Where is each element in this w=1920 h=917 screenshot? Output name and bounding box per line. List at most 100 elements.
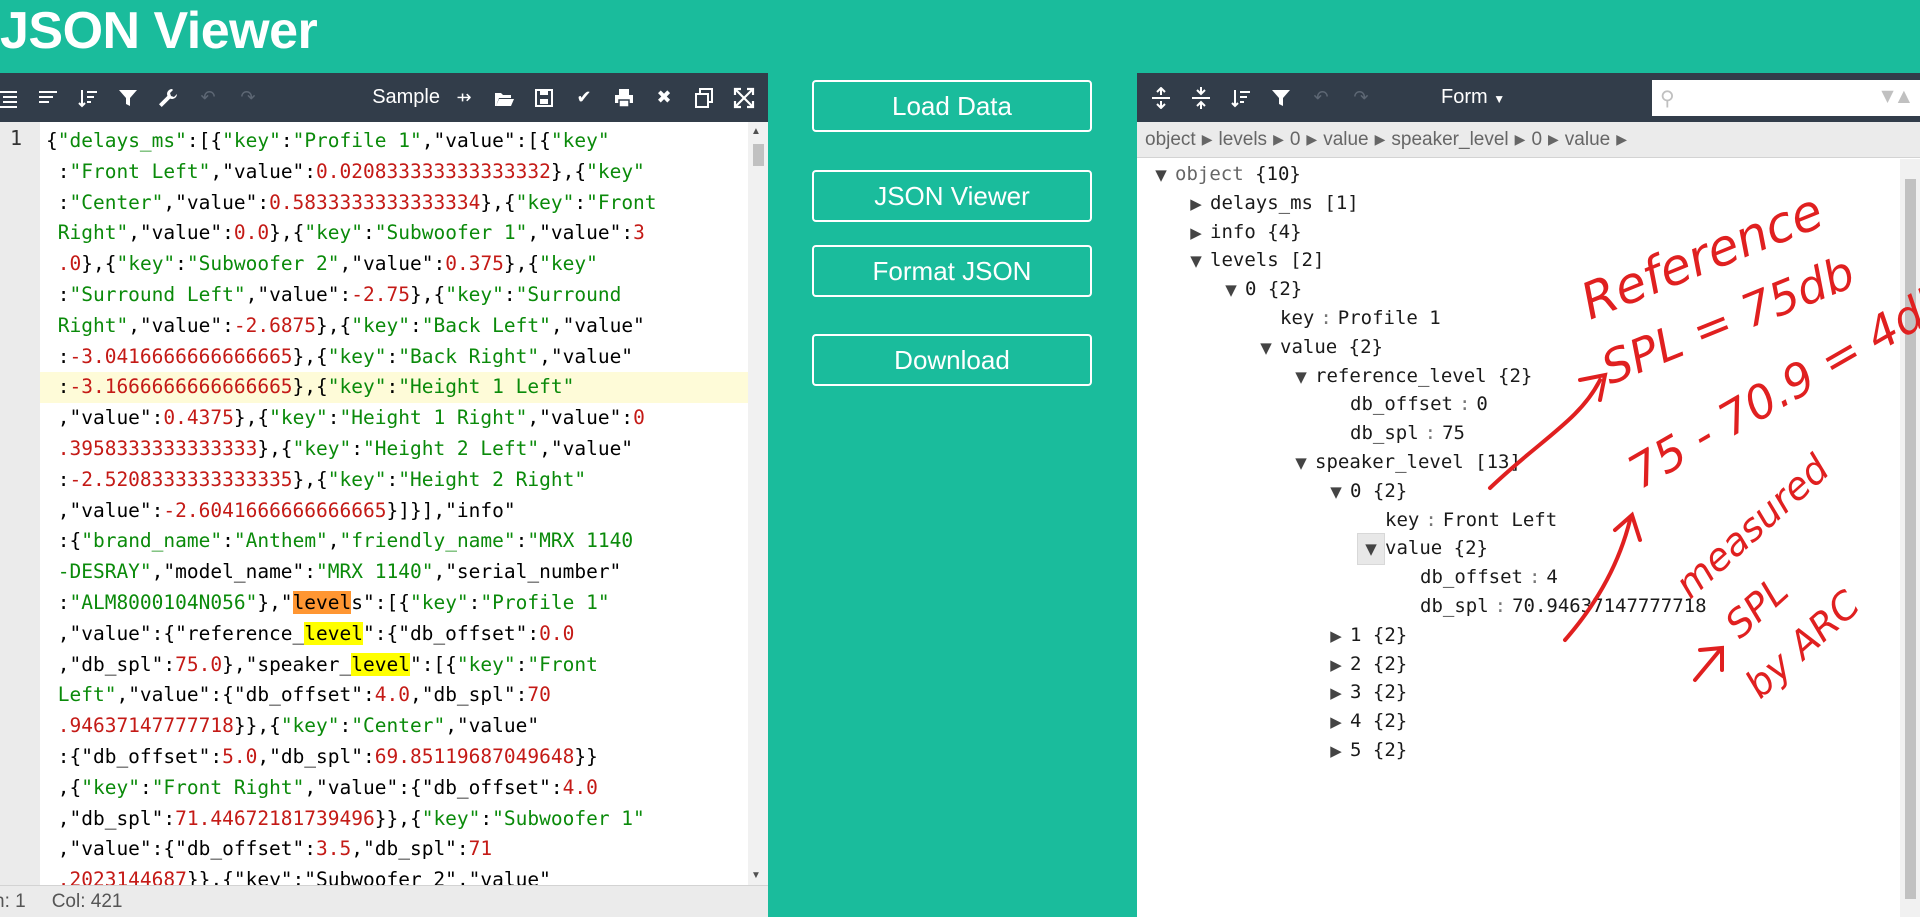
collapse-toggle-icon[interactable]: ▶: [1322, 678, 1350, 708]
tree-node[interactable]: ▶ info {4}: [1182, 217, 1301, 248]
scroll-thumb[interactable]: [753, 144, 764, 166]
breadcrumb-item[interactable]: value: [1565, 129, 1610, 151]
collapse-toggle-icon[interactable]: ▶: [1322, 650, 1350, 680]
code-token: :: [386, 344, 399, 368]
expand-toggle-icon[interactable]: ▼: [1147, 160, 1175, 190]
scroll-up-icon[interactable]: ▲: [751, 126, 761, 137]
tree-node[interactable]: ▶ 1 {2}: [1322, 620, 1407, 650]
tree-count: {2}: [1372, 479, 1408, 502]
sample-dropdown[interactable]: Sample: [372, 86, 440, 109]
expand-all-icon[interactable]: [1147, 84, 1175, 112]
tree-filter-icon[interactable]: [1267, 84, 1295, 112]
tree-node[interactable]: ▶ 5 {2}: [1322, 735, 1407, 765]
validate-check-icon[interactable]: ✔: [570, 84, 598, 112]
tree-node[interactable]: ▶ 4 {2}: [1322, 706, 1407, 736]
download-button[interactable]: Download: [812, 334, 1092, 386]
tree-node[interactable]: key: Front Left: [1357, 505, 1557, 535]
tree-node[interactable]: ▼ reference_level {2}: [1287, 361, 1532, 391]
tree-undo-icon[interactable]: ↶: [1307, 84, 1335, 112]
expand-toggle-icon[interactable]: ▼: [1287, 362, 1315, 392]
code-token: ,"value":: [46, 498, 164, 522]
tree-node[interactable]: ▼ levels [2]: [1182, 245, 1324, 275]
tree-node[interactable]: ▼ value {2}: [1357, 533, 1488, 566]
tree-node[interactable]: db_offset:4: [1392, 562, 1558, 592]
tree-separator: :: [1424, 422, 1437, 445]
tree-node[interactable]: ▶ 3 {2}: [1322, 677, 1407, 707]
format-json-button[interactable]: Format JSON: [812, 245, 1092, 297]
fullscreen-icon[interactable]: [730, 84, 758, 112]
breadcrumb-item[interactable]: value: [1323, 129, 1368, 151]
code-token: },{: [480, 190, 516, 214]
clear-close-icon[interactable]: ✖: [650, 84, 678, 112]
scroll-down-icon[interactable]: ▼: [751, 870, 761, 881]
expand-toggle-icon[interactable]: ▼: [1322, 477, 1350, 507]
load-data-button[interactable]: Load Data: [812, 80, 1092, 132]
tree-count: {2}: [1372, 739, 1408, 761]
breadcrumb-item[interactable]: speaker_level: [1391, 129, 1508, 151]
tree-node[interactable]: ▼ object {10}: [1147, 159, 1301, 189]
editor-scrollbar[interactable]: ▲ ▼: [748, 122, 768, 885]
tree-node[interactable]: key: Profile 1: [1252, 303, 1441, 333]
tree-value[interactable]: 70.94637147777718: [1512, 595, 1706, 617]
open-folder-icon[interactable]: [490, 84, 518, 112]
form-mode-dropdown[interactable]: Form ▼: [1441, 86, 1505, 109]
undo-icon[interactable]: ↶: [194, 84, 222, 112]
tree-node[interactable]: ▶ 2 {2}: [1322, 649, 1407, 679]
tree-node[interactable]: ▼ 0 {2}: [1322, 476, 1407, 506]
tree-value[interactable]: 4: [1546, 566, 1557, 588]
filter-icon[interactable]: [114, 84, 142, 112]
code-token: ,"db_spl":: [46, 652, 176, 676]
tree-node[interactable]: ▼ 0 {2}: [1217, 274, 1302, 304]
code-token: ,"value":[{: [421, 129, 551, 152]
collapse-all-icon[interactable]: [1187, 84, 1215, 112]
collapse-toggle-icon[interactable]: ▶: [1182, 218, 1210, 248]
tree-value[interactable]: Front Left: [1443, 509, 1557, 531]
code-token: "Subwoofer 2": [186, 252, 340, 276]
print-icon[interactable]: [610, 84, 638, 112]
tree-redo-icon[interactable]: ↷: [1347, 84, 1375, 112]
code-token: Left": [46, 683, 117, 707]
code-line: ,"value":-2.6041666666666665}]}],"info": [40, 496, 748, 527]
expand-toggle-icon[interactable]: ▼: [1287, 448, 1315, 478]
search-nav-icon[interactable]: ▼▲: [1881, 86, 1914, 105]
transfer-icon[interactable]: ⇸: [450, 84, 478, 112]
tree-scrollbar[interactable]: [1900, 159, 1920, 917]
compact-icon[interactable]: [34, 84, 62, 112]
tree-node[interactable]: db_spl:70.94637147777718: [1392, 591, 1707, 621]
collapse-toggle-icon[interactable]: ▶: [1322, 621, 1350, 651]
tree-scroll-thumb[interactable]: [1905, 179, 1916, 899]
search-input[interactable]: [1686, 83, 1856, 112]
code-token: "brand_name": [81, 529, 223, 553]
redo-icon[interactable]: ↷: [234, 84, 262, 112]
expand-toggle-icon[interactable]: ▼: [1217, 275, 1245, 305]
repair-wrench-icon[interactable]: [154, 84, 182, 112]
expand-toggle-icon[interactable]: ▼: [1357, 533, 1385, 566]
tree-sort-icon[interactable]: [1227, 84, 1255, 112]
tree-value[interactable]: 75: [1442, 422, 1465, 444]
tree-node[interactable]: ▶ delays_ms [1]: [1182, 188, 1359, 218]
tree-node[interactable]: db_spl:75: [1322, 418, 1465, 448]
tree-node[interactable]: ▼ value {2}: [1252, 332, 1383, 362]
expand-toggle-icon[interactable]: ▼: [1182, 246, 1210, 276]
code-token: "key": [327, 467, 387, 491]
code-text-area[interactable]: 1 {"delays_ms":[{"key":"Profile 1","valu…: [0, 122, 768, 885]
format-icon[interactable]: [0, 84, 22, 112]
expand-toggle-icon[interactable]: ▼: [1252, 333, 1280, 363]
tree-node[interactable]: ▼ speaker_level [13]: [1287, 447, 1521, 477]
breadcrumb-item[interactable]: levels: [1218, 129, 1267, 151]
tree-value[interactable]: 0: [1476, 393, 1487, 415]
breadcrumb-item[interactable]: 0: [1290, 129, 1301, 151]
breadcrumb-item[interactable]: object: [1145, 129, 1196, 151]
breadcrumb-item[interactable]: 0: [1531, 129, 1542, 151]
collapse-toggle-icon[interactable]: ▶: [1322, 736, 1350, 766]
search-box[interactable]: ⚲ ▼▲: [1652, 79, 1920, 116]
sort-icon[interactable]: [74, 84, 102, 112]
collapse-toggle-icon[interactable]: ▶: [1322, 707, 1350, 737]
code-token: 4.0: [374, 683, 410, 707]
tree-node[interactable]: db_offset:0: [1322, 389, 1488, 419]
save-icon[interactable]: [530, 84, 558, 112]
json-viewer-button[interactable]: JSON Viewer: [812, 170, 1092, 222]
copy-icon[interactable]: [690, 84, 718, 112]
tree-value[interactable]: Profile 1: [1338, 307, 1441, 329]
collapse-toggle-icon[interactable]: ▶: [1182, 189, 1210, 219]
